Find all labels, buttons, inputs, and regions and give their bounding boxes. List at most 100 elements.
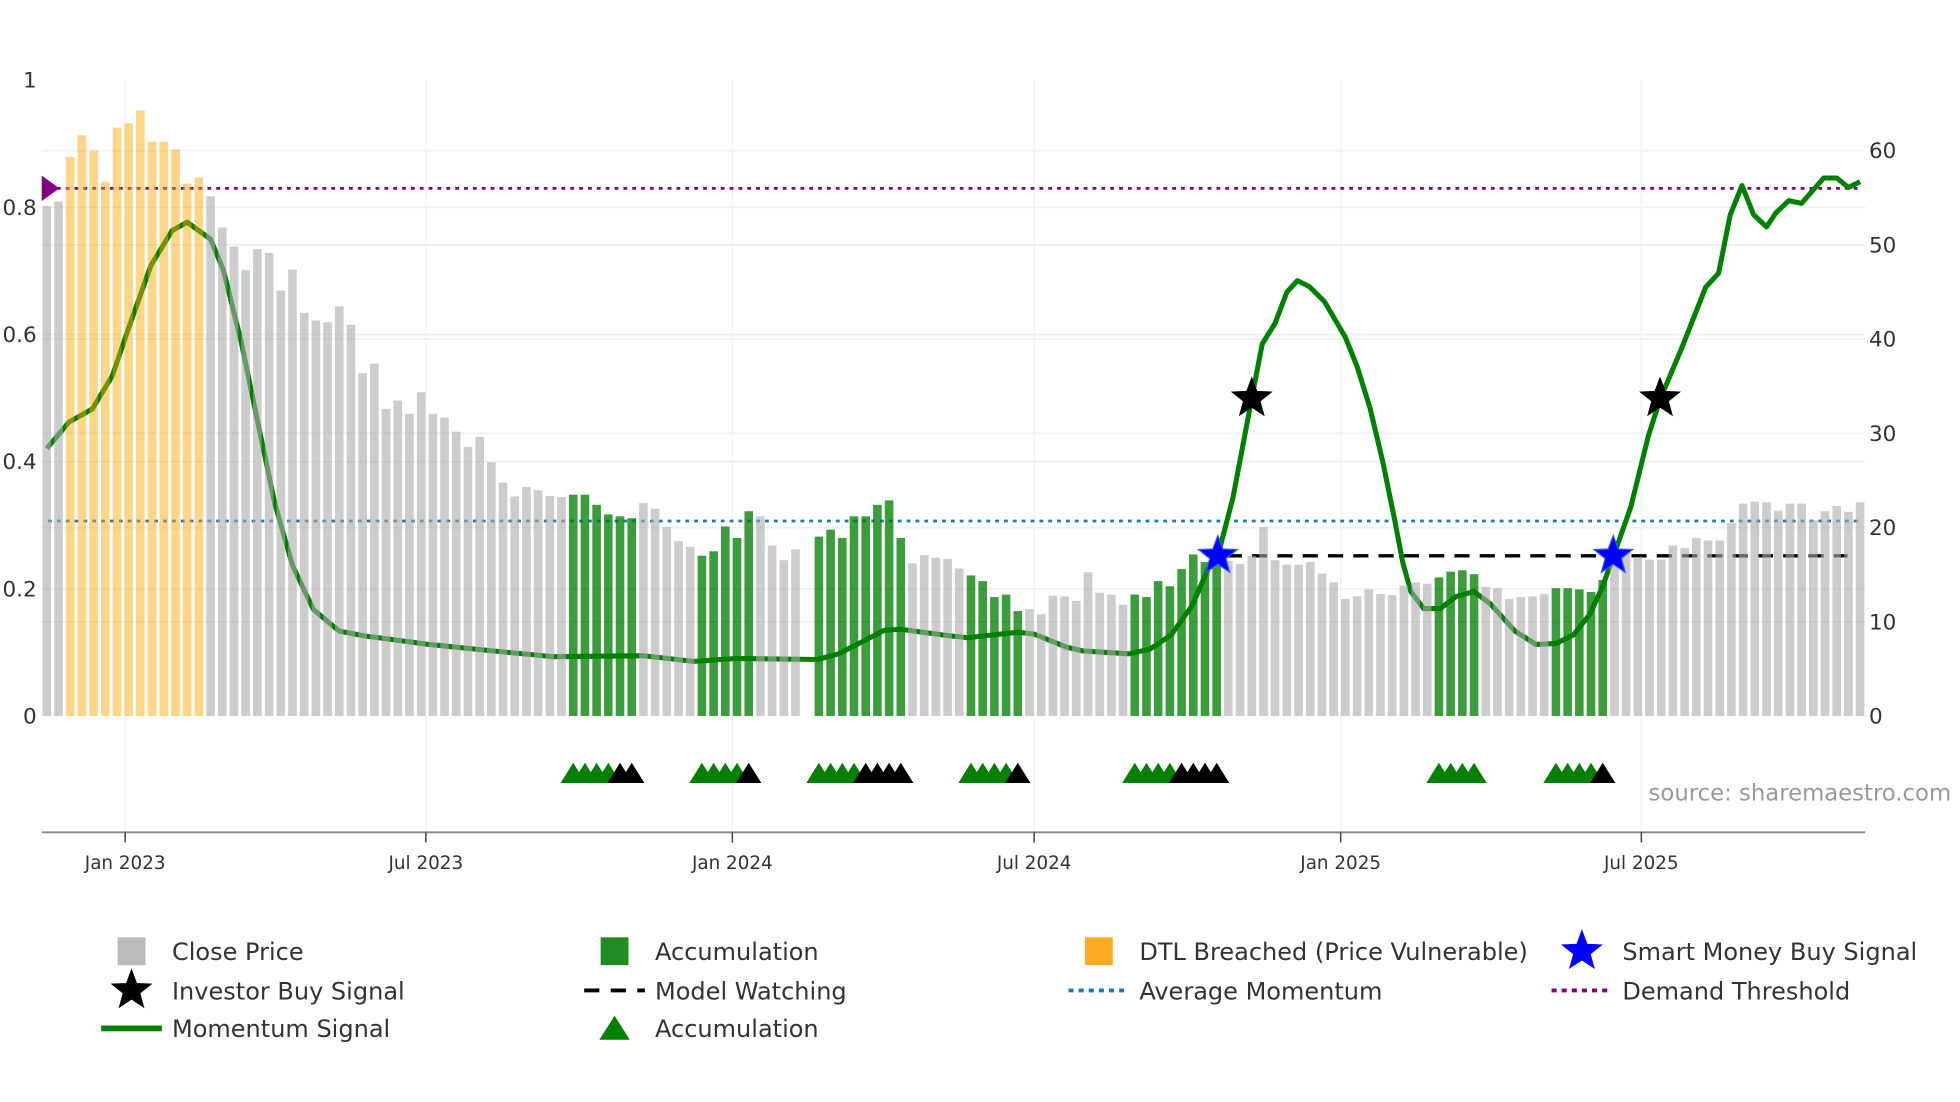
close-price-bar	[1048, 595, 1058, 717]
accumulation-bar	[1001, 594, 1011, 717]
legend-label: Smart Money Buy Signal	[1622, 938, 1917, 966]
legend-item: Smart Money Buy Signal	[1560, 929, 1917, 969]
close-price-bar	[206, 196, 215, 717]
accumulation-bar	[884, 500, 894, 717]
accumulation-bar	[1575, 589, 1584, 717]
close-price-bar	[533, 490, 543, 717]
close-price-bar	[1422, 583, 1432, 717]
accumulation-bar	[1446, 571, 1455, 717]
close-price-bar	[685, 546, 695, 717]
dtl-breached-bar	[77, 135, 87, 717]
accumulation-bar	[990, 597, 999, 717]
accumulation-bar	[1165, 586, 1175, 717]
accumulation-bar	[861, 516, 871, 717]
accumulation-bar	[592, 504, 601, 717]
close-price-bar	[428, 413, 438, 717]
demand-threshold-diamond-icon	[41, 175, 60, 201]
accumulation-bar	[849, 516, 859, 717]
close-price-bar	[1411, 582, 1420, 717]
dtl-breached-bar	[124, 123, 133, 717]
x-tick-label: Jul 2024	[996, 853, 1072, 874]
signal-chart: 00.20.40.60.810102030405060Jan 2023 Jul 2…	[2, 69, 1951, 1044]
legend-star-icon	[1560, 929, 1603, 969]
accumulation-bar	[838, 537, 847, 717]
dtl-breached-bar	[136, 110, 145, 717]
legend-triangle-icon	[599, 1015, 630, 1040]
right-tick-label: 40	[1869, 328, 1896, 353]
legend-label: Momentum Signal	[172, 1015, 390, 1043]
right-tick-label: 30	[1869, 422, 1896, 447]
close-price-bar	[510, 496, 520, 717]
legend-label: Accumulation	[655, 1015, 819, 1043]
right-tick-label: 50	[1869, 233, 1896, 258]
close-price-bar	[557, 497, 566, 717]
close-price-bar	[358, 373, 367, 717]
close-price-bar	[1036, 614, 1046, 717]
close-price-bar	[1352, 596, 1362, 717]
close-price-bar	[1071, 600, 1081, 717]
dtl-breached-bar	[171, 149, 180, 717]
close-price-bar	[1820, 511, 1830, 717]
close-price-bar	[498, 482, 508, 717]
close-price-bar	[1645, 559, 1654, 717]
bars	[42, 110, 1865, 717]
accumulation-bar	[732, 537, 742, 717]
close-price-bar	[522, 487, 531, 717]
close-price-bar	[1083, 572, 1093, 717]
accumulation-bar	[814, 536, 824, 717]
close-price-bar	[1118, 604, 1128, 717]
right-tick-label: 0	[1869, 705, 1883, 730]
close-price-bar	[662, 527, 672, 717]
accumulation-bar	[1458, 570, 1467, 717]
close-price-bar	[1247, 555, 1257, 717]
legend-label: Close Price	[172, 938, 304, 966]
close-price-bar	[650, 508, 660, 717]
left-tick-label: 1	[23, 69, 37, 94]
accumulation-bar	[1142, 597, 1151, 717]
close-price-bar	[54, 201, 63, 717]
accumulation-bar	[709, 551, 718, 717]
close-price-bar	[487, 462, 496, 717]
accumulation-bar	[1130, 594, 1140, 717]
close-price-bar	[381, 408, 391, 717]
accumulation-bar	[978, 581, 987, 717]
dtl-breached-bar	[100, 181, 110, 717]
signal-markers	[41, 175, 1681, 784]
accumulation-bar	[1434, 577, 1444, 717]
dtl-breached-bar	[65, 156, 75, 717]
dtl-breached-bar	[159, 141, 169, 717]
close-price-bar	[288, 269, 297, 717]
close-price-bar	[241, 270, 250, 717]
close-price-bar	[1235, 564, 1245, 717]
close-price-bar	[1341, 598, 1350, 717]
close-price-bar	[943, 558, 952, 717]
accumulation-bar	[615, 516, 625, 717]
x-tick-label: Jul 2025	[1603, 853, 1679, 874]
close-price-bar	[1750, 501, 1760, 717]
legend-swatch-icon	[600, 937, 629, 966]
close-price-bar	[1680, 548, 1689, 717]
legend-label: Average Momentum	[1139, 977, 1382, 1005]
dtl-breached-bar	[194, 177, 204, 717]
legend-label: Model Watching	[655, 977, 847, 1005]
accumulation-bar	[1551, 588, 1561, 717]
close-price-bar	[1809, 520, 1818, 717]
left-tick-label: 0.2	[2, 577, 36, 602]
close-price-bar	[1703, 540, 1713, 717]
accumulation-bar	[580, 494, 590, 717]
close-price-bar	[767, 545, 777, 717]
left-tick-label: 0.4	[2, 450, 36, 475]
close-price-bar	[1855, 502, 1865, 717]
accumulation-bar	[1469, 574, 1479, 717]
accumulation-bar	[1013, 611, 1023, 717]
close-price-bar	[1481, 586, 1491, 717]
close-price-bar	[1633, 557, 1643, 717]
accumulation-bar	[721, 526, 730, 717]
accumulation-bar	[826, 529, 835, 717]
legend-swatch-icon	[1084, 937, 1113, 966]
close-price-bar	[1364, 589, 1374, 717]
close-price-bar	[1025, 609, 1034, 717]
close-price-bar	[639, 502, 648, 717]
accumulation-bar	[1598, 579, 1608, 717]
close-price-bar	[1692, 537, 1701, 717]
